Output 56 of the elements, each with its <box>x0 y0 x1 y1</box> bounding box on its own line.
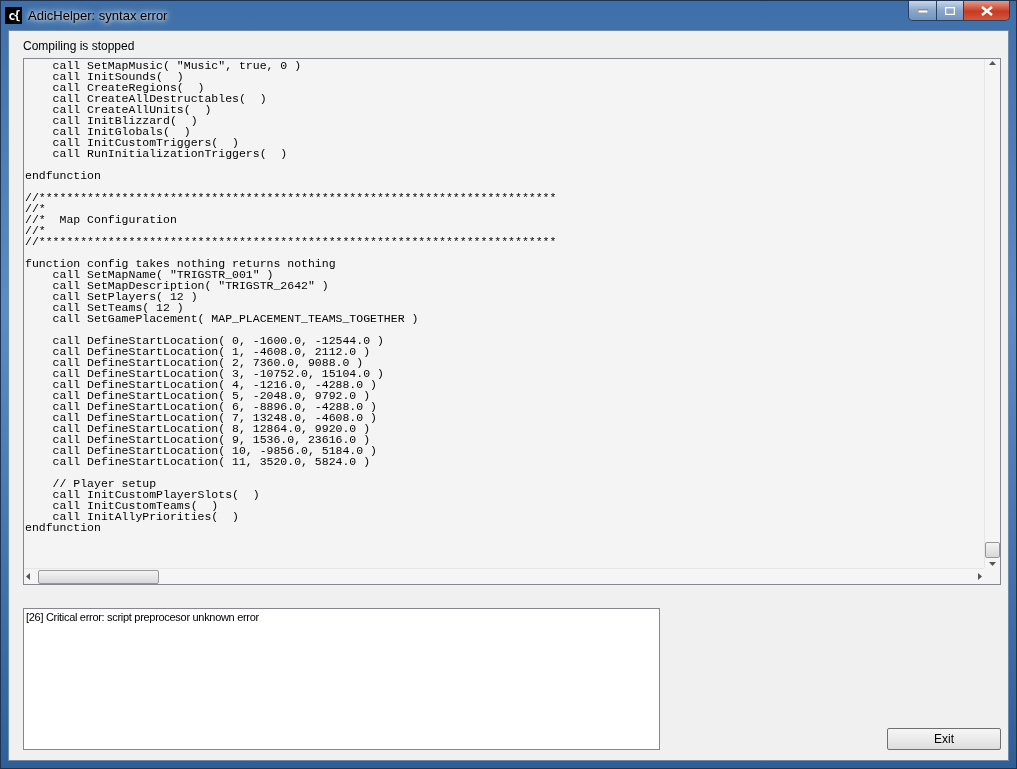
code-line: call SetPlayers( 12 ) <box>51 291 198 302</box>
code-line: call SetTeams( 12 ) <box>51 302 185 313</box>
code-line: call DefineStartLocation( 5, -2048.0, 9792.0 ) <box>51 390 372 401</box>
code-line: call DefineStartLocation( 6, -8896.0, -4288.0 ) <box>51 401 378 412</box>
minimize-icon <box>917 8 928 13</box>
close-button[interactable] <box>963 1 1009 20</box>
code-line: call InitAllyPriorities( ) <box>51 511 240 522</box>
code-line: call RunInitializationTriggers( ) <box>51 148 289 159</box>
code-line: call InitCustomPlayerSlots( ) <box>51 489 261 500</box>
code-line: call DefineStartLocation( 10, -9856.0, 5184.0 ) <box>51 445 378 456</box>
code-line: call CreateAllUnits( ) <box>51 104 212 115</box>
window-title: AdicHelper: syntax error <box>28 8 169 23</box>
code-line: call InitCustomTriggers( ) <box>51 137 240 148</box>
code-line: //* Map Configuration <box>25 214 178 225</box>
scroll-thumb[interactable] <box>985 542 1000 558</box>
code-line: //*************************************************************************** <box>25 236 558 247</box>
horizontal-scrollbar[interactable] <box>24 568 984 584</box>
code-line: call CreateRegions( ) <box>51 82 206 93</box>
close-icon <box>980 5 993 16</box>
app-icon: c{ <box>5 7 22 24</box>
code-line: call DefineStartLocation( 3, -10752.0, 15104.0 ) <box>51 368 385 379</box>
scroll-up-icon <box>989 61 996 65</box>
code-line: endfunction <box>25 522 101 533</box>
code-line: function config takes nothing returns nothing <box>25 258 337 269</box>
code-line: //*************************************************************************** <box>25 192 558 203</box>
code-line: call DefineStartLocation( 11, 3520.0, 5824.0 ) <box>51 456 372 467</box>
code-line: call InitBlizzard( ) <box>51 115 199 126</box>
code-line: endfunction <box>25 170 102 181</box>
code-line: call InitGlobals( ) <box>51 126 192 137</box>
status-text: Compiling is stopped <box>23 38 136 55</box>
code-line: call InitSounds( ) <box>51 71 184 82</box>
code-line: //* <box>25 225 47 236</box>
code-line: //* <box>25 203 47 214</box>
scroll-down-icon <box>989 562 996 566</box>
code-line: call DefineStartLocation( 1, -4608.0, 2112.0 ) <box>51 346 372 357</box>
maximize-icon <box>945 6 955 15</box>
code-line: call SetMapDescription( "TRIGSTR_2642" ) <box>51 280 330 291</box>
code-line: call SetMapName( "TRIGSTR_001" ) <box>51 269 275 280</box>
code-line: call DefineStartLocation( 9, 1536.0, 23616.0 ) <box>51 434 372 445</box>
code-line: call DefineStartLocation( 7, 13248.0, -4608.0 ) <box>51 412 378 423</box>
code-line: // Player setup <box>51 478 158 489</box>
code-line: call InitCustomTeams( ) <box>51 500 219 511</box>
code-line: call DefineStartLocation( 2, 7360.0, 9088.0 ) <box>51 357 365 368</box>
scroll-thumb[interactable] <box>38 569 159 584</box>
code-line: call SetMapMusic( "Music", true, 0 ) <box>51 60 303 71</box>
code-line: call DefineStartLocation( 8, 12864.0, 9920.0 ) <box>51 423 372 434</box>
vertical-scrollbar[interactable] <box>984 59 1000 568</box>
code-line: call CreateAllDestructables( ) <box>51 93 268 104</box>
error-message: [26] Critical error: script preprocesor unknown error <box>26 611 260 623</box>
code-line: call SetGamePlacement( MAP_PLACEMENT_TEAMS_TOGETHER ) <box>51 313 420 324</box>
code-line: call DefineStartLocation( 0, -1600.0, -12544.0 ) <box>51 335 385 346</box>
code-line: call DefineStartLocation( 4, -1216.0, -4288.0 ) <box>51 379 378 390</box>
maximize-button[interactable] <box>936 1 963 20</box>
scroll-right-icon <box>978 573 982 580</box>
exit-button[interactable]: Exit <box>887 728 1001 750</box>
scroll-left-icon <box>26 573 30 580</box>
